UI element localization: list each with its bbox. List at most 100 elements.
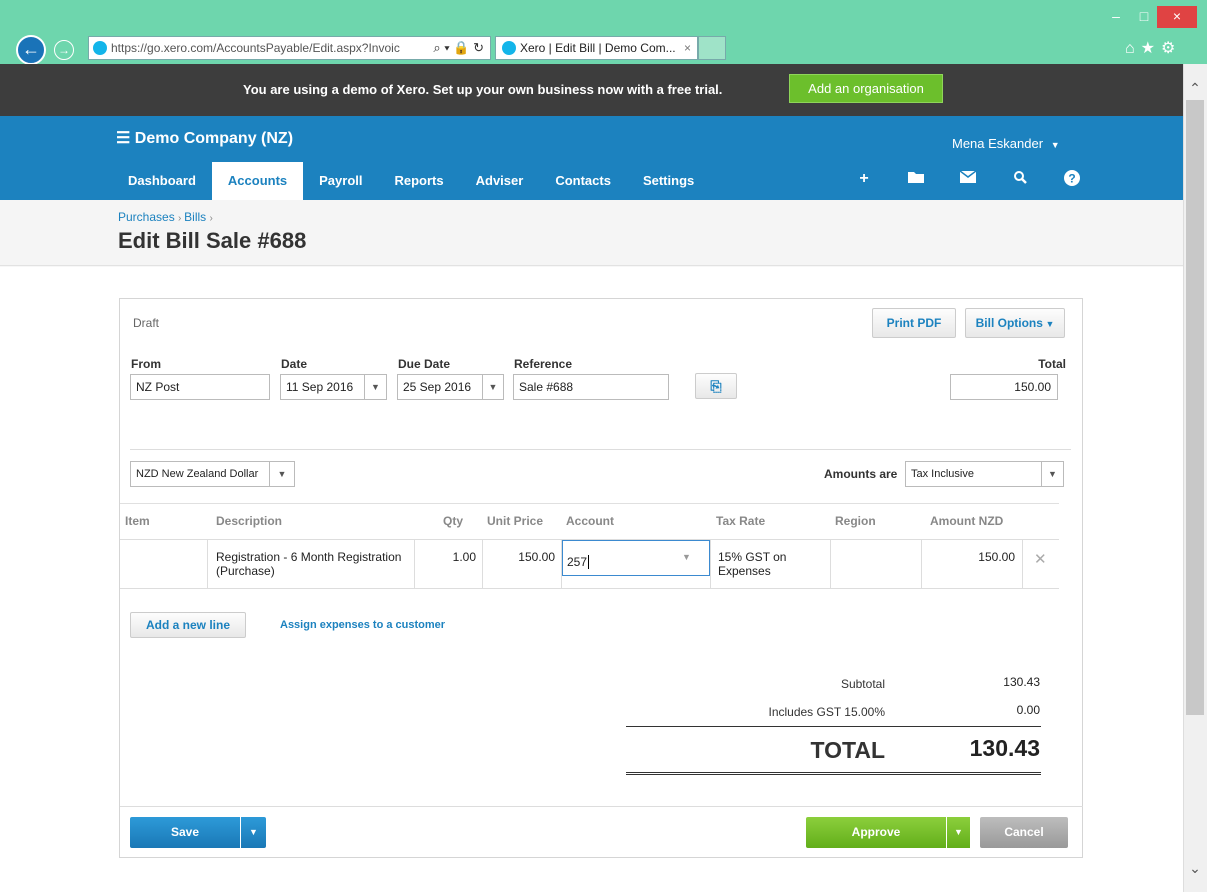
browser-tools: ⌂★⚙ — [1125, 38, 1181, 58]
user-menu[interactable]: Mena Eskander ▼ — [952, 136, 1060, 151]
gst-label: Includes GST 15.00% — [768, 705, 885, 719]
breadcrumb-purchases[interactable]: Purchases — [118, 210, 175, 224]
help-icon[interactable]: ? — [1046, 170, 1098, 191]
due-date-picker-icon[interactable]: ▼ — [483, 374, 504, 400]
due-date-field[interactable]: 25 Sep 2016 — [397, 374, 483, 400]
currency-select[interactable]: NZD New Zealand Dollar — [130, 461, 270, 487]
minimize-button[interactable]: – — [1102, 6, 1130, 28]
approve-options-dropdown-icon[interactable]: ▼ — [947, 817, 970, 848]
nav-dashboard[interactable]: Dashboard — [112, 162, 212, 200]
chevron-down-icon: ▼ — [1042, 319, 1055, 329]
main-nav: Dashboard Accounts Payroll Reports Advis… — [112, 162, 710, 200]
account-dropdown-icon[interactable]: ▼ — [682, 552, 691, 562]
nav-payroll[interactable]: Payroll — [303, 162, 378, 200]
subtotal-value: 130.43 — [1003, 675, 1040, 689]
tab-close-icon[interactable]: × — [684, 41, 691, 55]
nav-icons: + ? — [838, 170, 1098, 191]
totals-double-line — [626, 772, 1041, 775]
nav-contacts[interactable]: Contacts — [539, 162, 627, 200]
cancel-button[interactable]: Cancel — [980, 817, 1068, 848]
company-name: Demo Company (NZ) — [134, 130, 294, 147]
menu-icon: ☰ — [116, 130, 131, 147]
reference-field[interactable]: Sale #688 — [513, 374, 669, 400]
delete-row-icon[interactable]: ✕ — [1034, 550, 1047, 568]
currency-dropdown-icon[interactable]: ▼ — [270, 461, 295, 487]
copy-icon[interactable]: ⎘ — [695, 373, 737, 399]
approve-button[interactable]: Approve — [806, 817, 946, 848]
total-label: Total — [1038, 357, 1066, 371]
plus-icon[interactable]: + — [838, 170, 890, 191]
maximize-button[interactable]: □ — [1130, 6, 1158, 28]
back-icon[interactable]: ← — [16, 35, 46, 65]
bill-options-button[interactable]: Bill Options ▼ — [965, 308, 1065, 338]
column-unit-price: Unit Price — [487, 514, 544, 528]
address-tools-icon[interactable]: ⌕ ▾ 🔒 ↻ — [427, 40, 490, 56]
cell-divider — [482, 539, 483, 589]
mail-icon[interactable] — [942, 170, 994, 191]
from-label: From — [131, 357, 161, 371]
nav-accounts[interactable]: Accounts — [211, 162, 304, 200]
cell-description[interactable]: Registration - 6 Month Registration (Pur… — [216, 550, 412, 578]
amounts-are-select[interactable]: Tax Inclusive — [905, 461, 1042, 487]
cell-qty[interactable]: 1.00 — [420, 550, 476, 564]
forward-icon[interactable]: → — [54, 40, 74, 60]
assign-expenses-link[interactable]: Assign expenses to a customer — [280, 619, 445, 631]
cell-amount[interactable]: 150.00 — [925, 550, 1015, 564]
cell-unit-price[interactable]: 150.00 — [488, 550, 555, 564]
folder-icon[interactable] — [890, 170, 942, 191]
date-label: Date — [281, 357, 308, 371]
cell-divider — [921, 539, 922, 589]
description-line2: (Purchase) — [216, 564, 275, 578]
status-badge: Draft — [133, 316, 160, 330]
user-name: Mena Eskander — [952, 136, 1044, 151]
description-line1: Registration - 6 Month Registration — [216, 550, 402, 564]
scroll-up-icon[interactable]: ⌃ — [1186, 80, 1204, 97]
column-region: Region — [835, 514, 876, 528]
svg-text:?: ? — [1068, 172, 1075, 186]
gst-value: 0.00 — [1016, 703, 1040, 717]
amounts-are-label: Amounts are — [824, 467, 898, 481]
tab-title: Xero | Edit Bill | Demo Com... — [520, 41, 676, 55]
tax-rate-line2: Expenses — [718, 564, 771, 578]
page-title: Edit Bill Sale #688 — [118, 228, 307, 253]
cell-divider — [830, 539, 831, 589]
divider — [120, 806, 1083, 807]
gear-icon[interactable]: ⚙ — [1161, 40, 1181, 57]
total-field[interactable]: 150.00 — [950, 374, 1058, 400]
demo-banner: You are using a demo of Xero. Set up you… — [0, 64, 1183, 116]
date-field[interactable]: 11 Sep 2016 — [280, 374, 365, 400]
favorites-star-icon[interactable]: ★ — [1141, 40, 1161, 57]
search-icon[interactable] — [994, 170, 1046, 191]
due-date-label: Due Date — [398, 357, 451, 371]
new-tab-button[interactable] — [698, 36, 726, 60]
nav-reports[interactable]: Reports — [379, 162, 460, 200]
total-value-big: 130.43 — [969, 735, 1040, 761]
nav-settings[interactable]: Settings — [627, 162, 710, 200]
scroll-down-icon[interactable]: ⌄ — [1186, 860, 1204, 877]
print-pdf-button[interactable]: Print PDF — [872, 308, 956, 338]
home-icon[interactable]: ⌂ — [1125, 40, 1141, 57]
column-tax-rate: Tax Rate — [716, 514, 766, 528]
add-organisation-button[interactable]: Add an organisation — [789, 74, 943, 103]
address-bar[interactable]: https://go.xero.com/AccountsPayable/Edit… — [88, 36, 491, 60]
date-picker-icon[interactable]: ▼ — [365, 374, 387, 400]
column-qty: Qty — [443, 514, 464, 528]
subtotal-label: Subtotal — [840, 677, 885, 691]
breadcrumb-bills[interactable]: Bills — [184, 210, 206, 224]
company-switcher[interactable]: ☰ Demo Company (NZ) — [116, 128, 293, 148]
amounts-are-dropdown-icon[interactable]: ▼ — [1042, 461, 1064, 487]
cell-divider — [710, 539, 711, 589]
address-url: https://go.xero.com/AccountsPayable/Edit… — [111, 41, 400, 55]
add-new-line-button[interactable]: Add a new line — [130, 612, 246, 638]
cell-tax-rate[interactable]: 15% GST on Expenses — [718, 550, 786, 578]
chevron-down-icon: ▼ — [1050, 140, 1060, 150]
nav-adviser[interactable]: Adviser — [460, 162, 540, 200]
scrollbar-thumb[interactable] — [1186, 100, 1204, 715]
xero-tab-icon — [502, 41, 516, 55]
save-options-dropdown-icon[interactable]: ▼ — [241, 817, 266, 848]
window-close-button[interactable]: × — [1157, 6, 1197, 28]
xero-favicon-icon — [93, 41, 107, 55]
browser-tab[interactable]: Xero | Edit Bill | Demo Com... × — [495, 36, 698, 60]
from-field[interactable]: NZ Post — [130, 374, 270, 400]
save-button[interactable]: Save — [130, 817, 240, 848]
